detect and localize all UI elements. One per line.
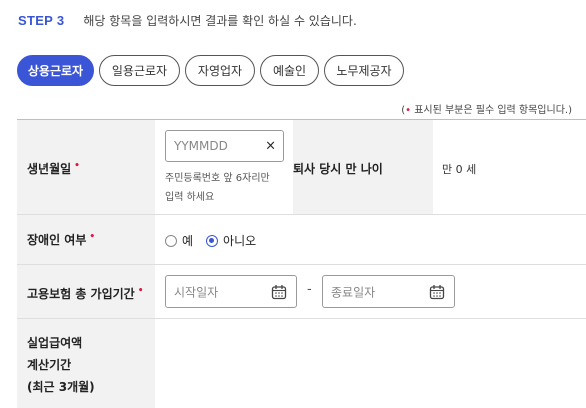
start-date-placeholder: 시작일자 <box>174 285 219 299</box>
birth-hint: 주민등록번호 앞 6자리만 입력 하세요 <box>165 169 270 207</box>
birth-date-placeholder: YYMMDD <box>174 139 228 153</box>
insurance-period-label-text: 고용보험 총 가입기간 <box>27 287 135 301</box>
insurance-period-label: 고용보험 총 가입기간 • <box>27 285 143 302</box>
calendar-icon[interactable] <box>429 284 445 300</box>
benefit-period-label-line1: 실업급여액 <box>27 336 83 350</box>
required-dot: • <box>89 232 96 242</box>
required-note-text: 표시된 부분은 필수 입력 항목입니다.) <box>411 105 572 116</box>
step-label: STEP 3 <box>18 12 65 28</box>
age-label: 퇴사 당시 만 나이 <box>293 162 383 176</box>
tab-self-employed[interactable]: 자영업자 <box>185 55 255 86</box>
required-dot: • <box>74 161 80 171</box>
disability-label-text: 장애인 여부 <box>27 233 87 247</box>
benefit-period-label-cell: 실업급여액 계산기간 (최근 3개월) <box>17 319 155 408</box>
birth-hint-line1: 주민등록번호 앞 6자리만 <box>165 173 270 184</box>
disability-radio-group: 예 아니오 <box>165 232 269 249</box>
birth-date-input[interactable]: YYMMDD × <box>165 130 284 162</box>
step-header: STEP 3 해당 항목을 입력하시면 결과를 확인 하실 수 있습니다. <box>18 11 357 29</box>
benefit-period-label-line3: (최근 3개월) <box>27 380 95 394</box>
birth-label-cell: 생년월일 • <box>17 120 155 214</box>
benefit-period-label-line2: 계산기간 <box>27 358 72 372</box>
tab-regular-worker[interactable]: 상용근로자 <box>17 55 94 86</box>
disability-yes-radio[interactable] <box>165 234 177 247</box>
benefit-period-row: 실업급여액 계산기간 (최근 3개월) <box>17 319 586 408</box>
age-label-cell: 퇴사 당시 만 나이 <box>293 120 433 214</box>
birth-label: 생년월일 • <box>27 160 80 177</box>
insurance-period-label-cell: 고용보험 총 가입기간 • <box>17 265 155 318</box>
tab-daily-worker[interactable]: 일용근로자 <box>99 55 180 86</box>
date-range-separator: - <box>307 282 312 297</box>
birth-label-text: 생년월일 <box>27 162 72 176</box>
close-icon[interactable]: × <box>265 139 276 154</box>
input-form: 생년월일 • YYMMDD × 주민등록번호 앞 6자리만 입력 하세요 퇴사 당… <box>17 119 586 408</box>
disability-label-cell: 장애인 여부 • <box>17 215 155 264</box>
disability-no-radio[interactable] <box>206 234 219 247</box>
benefit-period-label: 실업급여액 계산기간 (최근 3개월) <box>27 332 95 398</box>
required-dot: • <box>137 286 144 296</box>
calendar-icon[interactable] <box>271 284 287 300</box>
birth-row: 생년월일 • YYMMDD × 주민등록번호 앞 6자리만 입력 하세요 퇴사 당… <box>17 120 586 215</box>
disability-label: 장애인 여부 • <box>27 231 95 248</box>
insurance-period-row: 고용보험 총 가입기간 • 시작일자 - 종료일자 <box>17 265 586 319</box>
disability-no-label[interactable]: 아니오 <box>223 232 256 249</box>
birth-hint-line2: 입력 하세요 <box>165 192 215 203</box>
end-date-input[interactable]: 종료일자 <box>322 275 455 308</box>
required-note: (• 표시된 부분은 필수 입력 항목입니다.) <box>401 101 572 116</box>
tab-artist[interactable]: 예술인 <box>260 55 319 86</box>
step-description: 해당 항목을 입력하시면 결과를 확인 하실 수 있습니다. <box>83 13 357 28</box>
age-value: 만 0 세 <box>442 163 477 176</box>
disability-yes-label[interactable]: 예 <box>182 232 193 249</box>
start-date-input[interactable]: 시작일자 <box>165 275 297 308</box>
disability-row: 장애인 여부 • 예 아니오 <box>17 215 586 265</box>
worker-type-tabs: 상용근로자 일용근로자 자영업자 예술인 노무제공자 <box>17 55 409 86</box>
tab-labor-provider[interactable]: 노무제공자 <box>324 55 404 86</box>
end-date-placeholder: 종료일자 <box>331 285 376 299</box>
